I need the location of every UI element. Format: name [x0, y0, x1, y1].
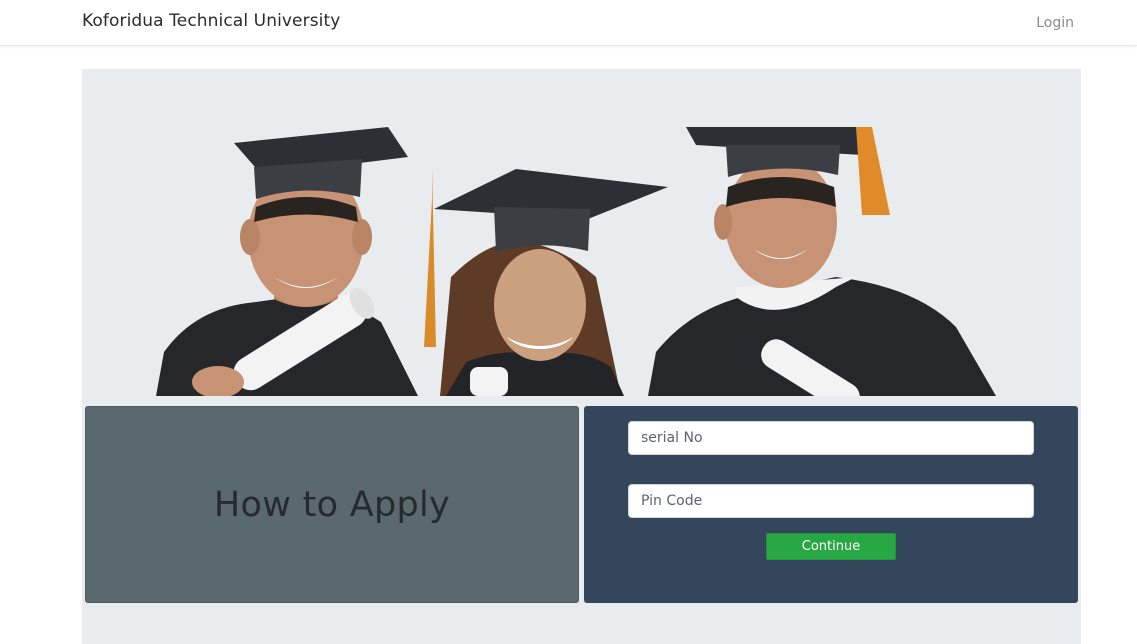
continue-button[interactable]: Continue	[766, 533, 896, 560]
left-graduate	[156, 127, 436, 396]
top-navbar: Koforidua Technical University Login	[0, 0, 1137, 46]
middle-graduate	[434, 169, 668, 396]
right-graduate	[648, 127, 996, 396]
login-link[interactable]: Login	[1036, 15, 1074, 31]
application-login-form: Continue	[584, 406, 1078, 603]
graduates-photo-icon	[156, 127, 996, 396]
how-to-apply-heading: How to Apply	[213, 485, 451, 525]
pin-code-input[interactable]	[628, 484, 1034, 518]
how-to-apply-panel: How to Apply	[85, 406, 579, 603]
serial-number-input[interactable]	[628, 421, 1034, 455]
brand-link[interactable]: Koforidua Technical University	[82, 11, 340, 31]
jumbotron: How to Apply Continue	[82, 69, 1081, 644]
